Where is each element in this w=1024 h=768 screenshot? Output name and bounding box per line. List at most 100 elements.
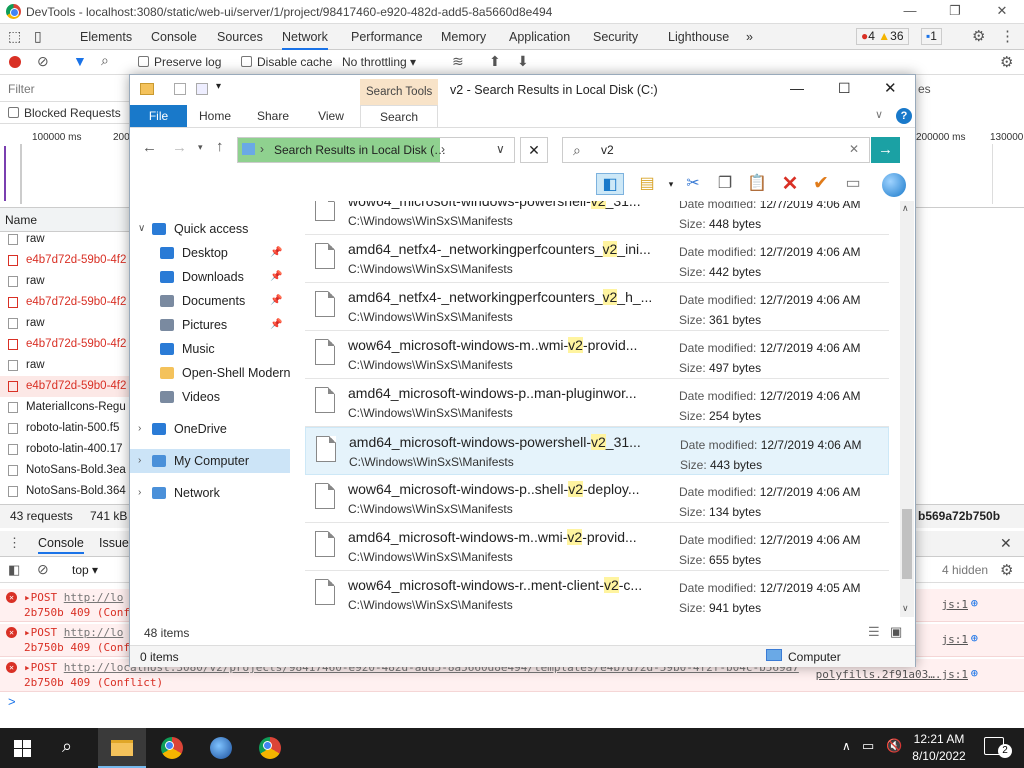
messages-counter[interactable]: ▪1	[921, 28, 942, 45]
search-input[interactable]: v2	[601, 143, 614, 157]
properties-icon[interactable]	[174, 83, 186, 95]
windows-start-icon[interactable]	[14, 740, 32, 757]
search-field[interactable]: ⌕ v2 ✕	[562, 137, 870, 163]
request-checkbox-icon[interactable]	[8, 360, 18, 371]
close-icon[interactable]: ✕	[884, 79, 897, 97]
nav-item[interactable]: › Network	[130, 481, 290, 505]
search-result-row[interactable]: wow64_microsoft-windows-m..wmi-v2-provid…	[305, 331, 889, 379]
volume-mute-icon[interactable]: 🔇	[886, 738, 902, 754]
device-toolbar-icon[interactable]: ▯	[34, 28, 42, 45]
search-result-row[interactable]: amd64_microsoft-windows-powershell-v2_31…	[305, 427, 889, 475]
help-icon[interactable]: ?	[896, 108, 912, 124]
nav-item[interactable]: Downloads 📌	[130, 265, 290, 289]
ribbon-tab-home[interactable]: Home	[194, 105, 236, 127]
ribbon-expand-icon[interactable]: ∨	[875, 108, 883, 121]
tab-memory[interactable]: Memory	[441, 24, 486, 50]
clock-date[interactable]: 8/10/2022	[910, 749, 968, 763]
export-har-icon[interactable]: ⬇	[517, 53, 529, 70]
source-link[interactable]: js:1	[942, 598, 969, 611]
address-dropdown-icon[interactable]: ∨	[496, 142, 505, 156]
settings-gear-icon[interactable]: ⚙	[972, 27, 985, 45]
layout-dropdown-icon[interactable]: ▾	[660, 173, 682, 195]
taskbar-file-explorer[interactable]	[98, 728, 146, 768]
clock-time[interactable]: 12:21 AM	[910, 732, 968, 746]
request-row[interactable]: raw	[0, 229, 130, 250]
import-har-icon[interactable]: ⬆	[489, 53, 501, 70]
request-row[interactable]: roboto-latin-400.17	[0, 439, 130, 460]
search-result-row[interactable]: wow64_microsoft-windows-r..ment-client-v…	[305, 571, 889, 617]
taskbar-chrome[interactable]	[148, 728, 196, 768]
scroll-down-icon[interactable]: ∨	[902, 603, 909, 614]
chevron-right-icon[interactable]: ›	[138, 449, 141, 473]
search-result-row[interactable]: amd64_netfx4-_networkingperfcounters_v2_…	[305, 235, 889, 283]
filter-icon[interactable]: ▼	[73, 53, 87, 69]
back-arrow-icon[interactable]: ←	[142, 139, 157, 156]
inspect-icon[interactable]: ⬚	[8, 28, 21, 45]
network-settings-icon[interactable]: ⚙	[1000, 53, 1013, 71]
nav-item[interactable]: Pictures 📌	[130, 313, 290, 337]
request-row[interactable]: roboto-latin-500.f5	[0, 418, 130, 439]
maximize-icon[interactable]: ☐	[838, 80, 851, 97]
nav-item[interactable]: Documents 📌	[130, 289, 290, 313]
network-panel-link-icon[interactable]: ⊕	[971, 596, 978, 610]
forward-arrow-icon[interactable]: →	[172, 139, 187, 156]
drawer-menu-icon[interactable]: ⋮	[8, 535, 21, 551]
record-icon[interactable]	[9, 56, 21, 68]
delete-icon[interactable]: ✕	[779, 173, 801, 195]
request-checkbox-icon[interactable]	[8, 339, 18, 350]
request-row[interactable]: e4b7d72d-59b0-4f2	[0, 250, 130, 271]
console-prompt[interactable]: >	[8, 694, 16, 709]
nav-item[interactable]: › My Computer	[130, 449, 290, 473]
request-row[interactable]: e4b7d72d-59b0-4f2	[0, 376, 130, 397]
tab-sources[interactable]: Sources	[217, 24, 263, 50]
nav-item[interactable]: Open-Shell Modern	[130, 361, 290, 385]
layout-icon[interactable]: ▤	[636, 173, 658, 195]
tab-network[interactable]: Network	[282, 24, 328, 50]
search-result-row[interactable]: amd64_microsoft-windows-p..man-pluginwor…	[305, 379, 889, 427]
nav-item[interactable]: Desktop 📌	[130, 241, 290, 265]
search-result-row[interactable]: amd64_microsoft-windows-m..wmi-v2-provid…	[305, 523, 889, 571]
tab-console[interactable]: Console	[151, 24, 197, 50]
scroll-thumb[interactable]	[902, 509, 912, 579]
request-checkbox-icon[interactable]	[8, 444, 18, 455]
request-checkbox-icon[interactable]	[8, 465, 18, 476]
request-checkbox-icon[interactable]	[8, 423, 18, 434]
up-arrow-icon[interactable]: ↑	[216, 138, 224, 155]
drawer-tab-console[interactable]: Console	[38, 536, 84, 554]
request-row[interactable]: MaterialIcons-Regu	[0, 397, 130, 418]
breadcrumb[interactable]: Search Results in Local Disk (…	[274, 143, 446, 157]
ribbon-tab-search[interactable]: Search	[360, 105, 438, 127]
chevron-right-icon[interactable]: ›	[138, 481, 141, 505]
issue-counter[interactable]: ●4 ▲36	[856, 28, 909, 45]
request-row[interactable]: raw	[0, 313, 130, 334]
properties-icon[interactable]: ▭	[842, 173, 864, 195]
context-select[interactable]: top ▾	[72, 563, 98, 577]
preserve-log-checkbox[interactable]: Preserve log	[138, 55, 221, 69]
preview-pane-icon[interactable]: ◧	[596, 173, 624, 195]
minimize-icon[interactable]: —	[790, 80, 804, 96]
search-icon[interactable]: ⌕	[101, 52, 109, 69]
close-icon[interactable]: ✕	[992, 2, 1012, 20]
request-row[interactable]: e4b7d72d-59b0-4f2	[0, 334, 130, 355]
ribbon-tab-file[interactable]: File	[130, 105, 187, 127]
nav-item[interactable]: ∨ Quick access	[130, 217, 290, 241]
customize-toolbar-icon[interactable]: ▾	[216, 81, 221, 92]
large-icons-view-icon[interactable]: ▣	[890, 624, 902, 640]
network-conditions-icon[interactable]: ≋	[452, 53, 464, 70]
disable-cache-checkbox[interactable]: Disable cache	[241, 55, 332, 69]
tab-security[interactable]: Security	[593, 24, 638, 50]
search-result-row[interactable]: wow64_microsoft-windows-p..shell-v2-depl…	[305, 475, 889, 523]
network-panel-link-icon[interactable]: ⊕	[971, 631, 978, 645]
source-link[interactable]: js:1	[942, 633, 969, 646]
breadcrumb-chevron-icon[interactable]: ›	[441, 142, 445, 156]
nav-item[interactable]: Videos	[130, 385, 290, 409]
chevron-right-icon[interactable]: ›	[138, 417, 141, 441]
sidebar-toggle-icon[interactable]: ◧	[8, 562, 20, 578]
request-checkbox-icon[interactable]	[8, 234, 18, 245]
request-url-link[interactable]: http://lo	[64, 591, 124, 604]
results-scrollbar[interactable]: ∧ ∨	[900, 201, 914, 617]
ribbon-tab-share[interactable]: Share	[252, 105, 294, 127]
console-settings-icon[interactable]: ⚙	[1000, 561, 1013, 579]
search-icon[interactable]: ⌕	[62, 736, 72, 757]
nav-item[interactable]: › OneDrive	[130, 417, 290, 441]
